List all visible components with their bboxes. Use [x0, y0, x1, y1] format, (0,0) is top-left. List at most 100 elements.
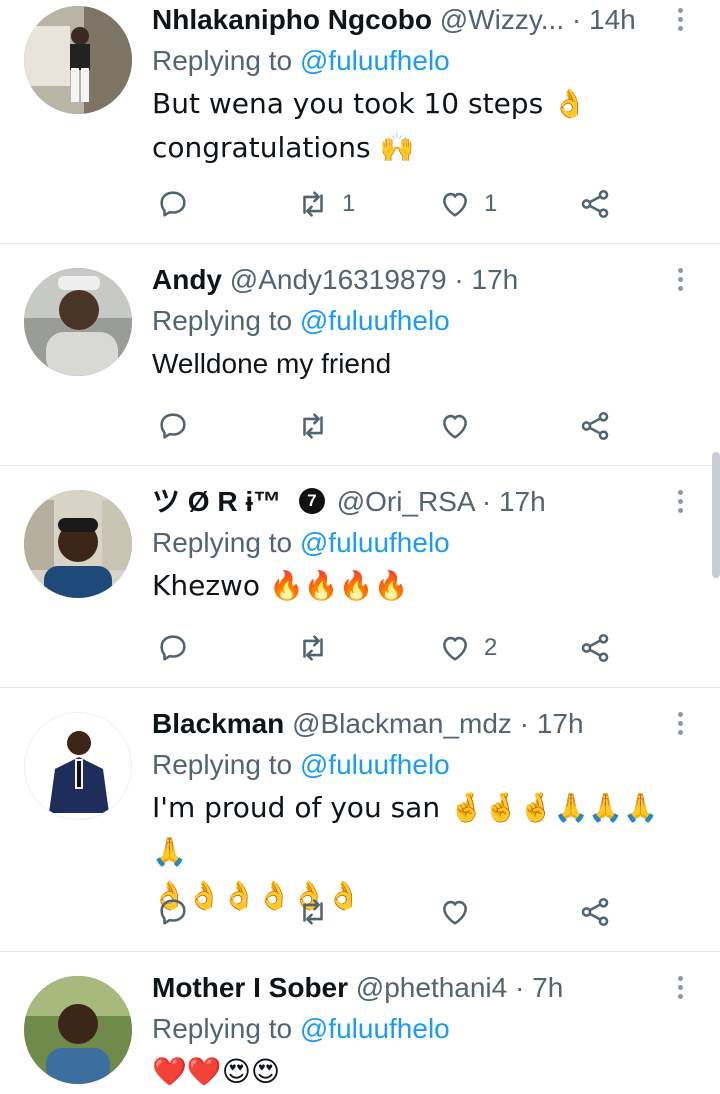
display-name[interactable]: Mother I Sober [152, 972, 348, 1003]
tweet-text-line: But wena you took 10 steps 👌 [152, 87, 587, 120]
like-count: 2 [484, 634, 498, 661]
user-handle[interactable]: @phethani4 [356, 972, 507, 1003]
more-options-icon[interactable] [668, 4, 692, 40]
reply-button[interactable] [156, 406, 190, 446]
reply-button[interactable] [156, 184, 190, 224]
more-options-icon[interactable] [668, 972, 692, 1008]
retweet-count: 1 [342, 190, 356, 217]
like-icon [443, 192, 467, 217]
reply-tweet[interactable]: Mother I Sober @phethani4 · 7h Replying … [0, 952, 720, 1092]
user-handle[interactable]: @Wizzy... [440, 4, 564, 35]
mention-link[interactable]: @fuluufhelo [300, 305, 450, 336]
timestamp[interactable]: 17h [472, 264, 519, 295]
share-button[interactable] [578, 184, 612, 224]
user-handle[interactable]: @Ori_RSA [337, 486, 474, 517]
timestamp[interactable]: 14h [589, 4, 636, 35]
avatar-image [24, 490, 132, 598]
avatar-image [25, 713, 131, 819]
tweet-text: But wena you took 10 steps 👌 congratulat… [152, 82, 680, 170]
like-button[interactable]: 2 [438, 628, 497, 668]
more-options-icon[interactable] [668, 708, 692, 744]
reply-icon [160, 635, 186, 661]
mention-link[interactable]: @fuluufhelo [300, 45, 450, 76]
separator: · [454, 264, 464, 295]
mention-link[interactable]: @fuluufhelo [300, 749, 450, 780]
tweet-text: ❤️❤️😍😍 [152, 1050, 680, 1094]
mention-link[interactable]: @fuluufhelo [300, 527, 450, 558]
tweet-text-line: Welldone my friend [152, 348, 392, 379]
reply-tweet[interactable]: Andy @Andy16319879 · 17h Replying to @fu… [0, 244, 720, 466]
retweet-button[interactable] [296, 406, 342, 446]
reply-tweet[interactable]: Blackman @Blackman_mdz · 17h Replying to… [0, 688, 720, 952]
user-handle[interactable]: @Andy16319879 [230, 264, 447, 295]
tweet-text-line: Khezwo 🔥🔥🔥🔥 [152, 569, 409, 602]
reply-tweet[interactable]: Nhlakanipho Ngcobo @Wizzy... · 14h Reply… [0, 0, 720, 244]
avatar[interactable] [24, 268, 132, 376]
mention-link[interactable]: @fuluufhelo [300, 1013, 450, 1044]
like-count: 1 [484, 190, 498, 217]
share-icon [581, 897, 609, 927]
replying-to: Replying to @fuluufhelo [152, 744, 680, 786]
more-options-icon[interactable] [668, 486, 692, 522]
avatar[interactable] [24, 6, 132, 114]
retweet-button[interactable]: 1 [296, 184, 355, 224]
like-button[interactable] [438, 892, 484, 932]
display-name[interactable]: Nhlakanipho Ngcobo [152, 4, 432, 35]
replying-prefix: Replying to [152, 749, 293, 780]
share-icon [581, 633, 609, 663]
share-button[interactable] [578, 628, 612, 668]
like-icon [443, 414, 467, 439]
avatar-image [24, 976, 132, 1084]
retweet-button[interactable] [296, 892, 342, 932]
timestamp[interactable]: 17h [499, 486, 546, 517]
replying-to: Replying to @fuluufhelo [152, 40, 680, 82]
share-icon [581, 411, 609, 441]
display-name[interactable]: ツ Ø R ɨ™ [152, 486, 281, 517]
tweet-text-line: congratulations 🙌 [152, 131, 415, 164]
replying-prefix: Replying to [152, 527, 293, 558]
retweet-button[interactable] [296, 628, 342, 668]
retweet-icon [303, 413, 323, 439]
badge-icon: 7 [298, 487, 325, 514]
separator: · [519, 708, 530, 739]
separator: · [571, 4, 582, 35]
share-button[interactable] [578, 406, 612, 446]
tweet-text-line: ❤️❤️😍😍 [152, 1055, 281, 1088]
tweet-text: Khezwo 🔥🔥🔥🔥 [152, 564, 680, 608]
retweet-icon [303, 191, 323, 217]
timestamp[interactable]: 7h [532, 972, 563, 1003]
reply-button[interactable] [156, 892, 190, 932]
display-name[interactable]: Blackman [152, 708, 284, 739]
separator: · [515, 972, 525, 1003]
scrollbar[interactable] [712, 452, 720, 578]
reply-icon [160, 899, 186, 925]
tweet-text: Welldone my friend [152, 342, 680, 386]
reply-tweet[interactable]: ツ Ø R ɨ™ 7 @Ori_RSA · 17h Replying to @f… [0, 466, 720, 688]
more-options-icon[interactable] [668, 264, 692, 300]
share-button[interactable] [578, 892, 612, 932]
avatar[interactable] [24, 490, 132, 598]
replying-to: Replying to @fuluufhelo [152, 1008, 680, 1050]
reply-icon [160, 413, 186, 439]
replying-prefix: Replying to [152, 1013, 293, 1044]
like-button[interactable]: 1 [438, 184, 497, 224]
like-icon [443, 900, 467, 925]
user-handle[interactable]: @Blackman_mdz [292, 708, 512, 739]
avatar-image [24, 268, 132, 376]
avatar[interactable] [24, 976, 132, 1084]
like-button[interactable] [438, 406, 484, 446]
reply-icon [160, 191, 186, 217]
retweet-icon [303, 635, 323, 661]
avatar[interactable] [24, 712, 132, 820]
replying-to: Replying to @fuluufhelo [152, 522, 680, 564]
reply-button[interactable] [156, 628, 190, 668]
like-icon [443, 636, 467, 661]
replying-prefix: Replying to [152, 305, 293, 336]
tweet-text-line: I'm proud of you san 🤞🤞🤞🙏🙏🙏🙏 [152, 791, 659, 868]
separator: · [481, 486, 492, 517]
share-icon [581, 189, 609, 219]
display-name[interactable]: Andy [152, 264, 222, 295]
replying-to: Replying to @fuluufhelo [152, 300, 680, 342]
timestamp[interactable]: 17h [537, 708, 584, 739]
replying-prefix: Replying to [152, 45, 293, 76]
